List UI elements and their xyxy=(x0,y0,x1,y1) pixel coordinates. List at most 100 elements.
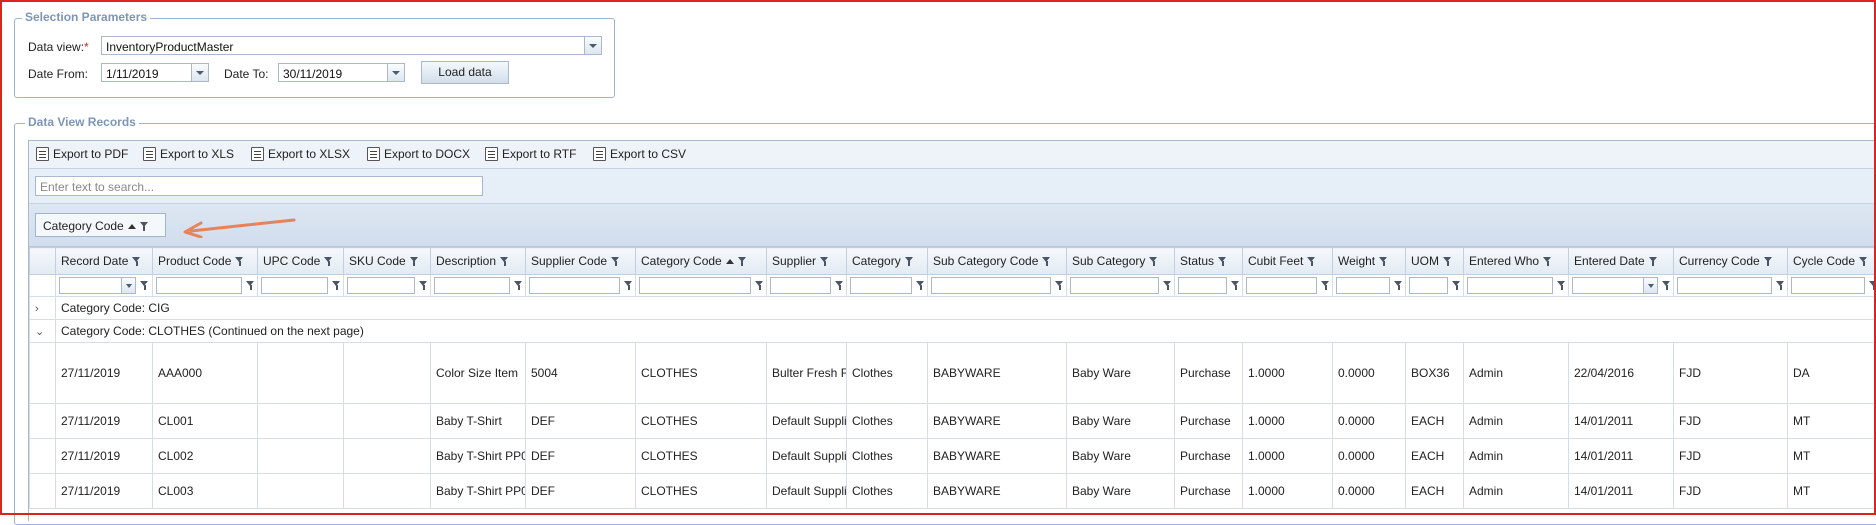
table-row[interactable]: 27/11/2019 CL003 Baby T-Shirt PP0022 DEF… xyxy=(30,474,1876,509)
chevron-down-icon[interactable]: ⌄ xyxy=(35,325,47,338)
table-row[interactable]: 27/11/2019 AAA000 Color Size Item 5004 C… xyxy=(30,343,1876,404)
column-header[interactable]: Sub Category Code xyxy=(928,248,1067,275)
filter-icon[interactable] xyxy=(905,257,914,266)
filter-input[interactable] xyxy=(1246,277,1317,294)
column-header[interactable]: Description xyxy=(431,248,526,275)
filter-icon[interactable] xyxy=(140,222,149,231)
filter-icon[interactable] xyxy=(1869,281,1876,290)
filter-input[interactable] xyxy=(850,277,912,294)
filter-icon[interactable] xyxy=(1764,257,1773,266)
filter-input[interactable] xyxy=(770,277,831,294)
filter-icon[interactable] xyxy=(1321,281,1330,290)
filter-input[interactable] xyxy=(1467,277,1553,294)
filter-icon[interactable] xyxy=(1662,281,1671,290)
search-input[interactable]: Enter text to search... xyxy=(35,176,483,196)
export-pdf-button[interactable]: Export to PDF xyxy=(36,147,128,163)
filter-icon[interactable] xyxy=(140,281,149,290)
column-header[interactable]: Weight xyxy=(1333,248,1406,275)
filter-icon[interactable] xyxy=(332,281,341,290)
filter-icon[interactable] xyxy=(1218,257,1227,266)
column-header[interactable]: Supplier xyxy=(767,248,847,275)
column-header[interactable]: Record Date xyxy=(56,248,153,275)
filter-icon[interactable] xyxy=(611,257,620,266)
column-header[interactable]: Entered Date xyxy=(1569,248,1674,275)
filter-input[interactable] xyxy=(1409,277,1448,294)
column-header[interactable]: UOM xyxy=(1406,248,1464,275)
filter-icon[interactable] xyxy=(1452,281,1461,290)
export-csv-button[interactable]: Export to CSV xyxy=(593,147,686,163)
export-docx-button[interactable]: Export to DOCX xyxy=(367,147,470,163)
filter-input[interactable] xyxy=(1336,277,1390,294)
date-to-picker[interactable]: 30/11/2019 xyxy=(278,63,405,82)
load-data-button[interactable]: Load data xyxy=(421,61,509,84)
filter-icon[interactable] xyxy=(916,281,925,290)
filter-input[interactable] xyxy=(347,277,415,294)
column-header[interactable]: Currency Code xyxy=(1674,248,1788,275)
filter-icon[interactable] xyxy=(1149,257,1158,266)
column-header[interactable]: Status xyxy=(1175,248,1243,275)
filter-input[interactable] xyxy=(639,277,751,294)
chevron-down-icon[interactable] xyxy=(387,64,404,81)
filter-icon[interactable] xyxy=(246,281,255,290)
data-view-select[interactable]: InventoryProductMaster xyxy=(101,36,602,55)
column-header[interactable]: Category Code xyxy=(636,248,767,275)
filter-icon[interactable] xyxy=(1394,281,1403,290)
filter-icon[interactable] xyxy=(235,257,244,266)
filter-icon[interactable] xyxy=(1543,257,1552,266)
filter-icon[interactable] xyxy=(500,257,509,266)
filter-icon[interactable] xyxy=(624,281,633,290)
filter-input[interactable] xyxy=(1070,277,1159,294)
column-header[interactable]: Category xyxy=(847,248,928,275)
column-header[interactable]: Cubit Feet xyxy=(1243,248,1333,275)
chevron-right-icon[interactable]: › xyxy=(35,303,47,315)
filter-icon[interactable] xyxy=(738,257,747,266)
column-header[interactable]: UPC Code xyxy=(258,248,344,275)
filter-icon[interactable] xyxy=(132,257,141,266)
filter-icon[interactable] xyxy=(1307,257,1316,266)
export-rtf-button[interactable]: Export to RTF xyxy=(485,147,576,163)
filter-icon[interactable] xyxy=(1231,281,1240,290)
table-row[interactable]: 27/11/2019 CL001 Baby T-Shirt DEF CLOTHE… xyxy=(30,404,1876,439)
filter-icon[interactable] xyxy=(1649,257,1658,266)
filter-input[interactable] xyxy=(1178,277,1227,294)
filter-icon[interactable] xyxy=(1776,281,1785,290)
column-header[interactable]: Cycle Code xyxy=(1788,248,1876,275)
filter-icon[interactable] xyxy=(755,281,764,290)
filter-icon[interactable] xyxy=(1859,257,1868,266)
group-row-cig[interactable]: › Category Code: CIG xyxy=(30,297,1876,320)
column-header[interactable]: SKU Code xyxy=(344,248,431,275)
filter-input[interactable] xyxy=(931,277,1051,294)
filter-input[interactable] xyxy=(1677,277,1772,294)
filter-icon[interactable] xyxy=(324,257,333,266)
date-from-picker[interactable]: 1/11/2019 xyxy=(101,63,209,82)
filter-icon[interactable] xyxy=(410,257,419,266)
filter-icon[interactable] xyxy=(514,281,523,290)
column-header[interactable]: Product Code xyxy=(153,248,258,275)
filter-icon[interactable] xyxy=(1557,281,1566,290)
filter-icon[interactable] xyxy=(1055,281,1064,290)
filter-icon[interactable] xyxy=(419,281,428,290)
filter-icon[interactable] xyxy=(820,257,829,266)
group-row-clothes[interactable]: ⌄ Category Code: CLOTHES (Continued on t… xyxy=(30,320,1876,343)
filter-input[interactable] xyxy=(1791,277,1865,294)
filter-icon[interactable] xyxy=(1443,257,1452,266)
filter-icon[interactable] xyxy=(1379,257,1388,266)
filter-icon[interactable] xyxy=(1042,257,1051,266)
column-header[interactable]: Supplier Code xyxy=(526,248,636,275)
group-chip-category-code[interactable]: Category Code xyxy=(35,213,166,237)
filter-input[interactable] xyxy=(434,277,510,294)
filter-input[interactable] xyxy=(156,277,242,294)
filter-input[interactable] xyxy=(529,277,620,294)
filter-input[interactable] xyxy=(261,277,328,294)
filter-icon[interactable] xyxy=(835,281,844,290)
export-xlsx-button[interactable]: Export to XLSX xyxy=(251,147,350,163)
chevron-down-icon[interactable] xyxy=(584,37,601,54)
export-xls-button[interactable]: Export to XLS xyxy=(143,147,234,163)
column-header[interactable]: Entered Who xyxy=(1464,248,1569,275)
column-header[interactable]: Sub Category xyxy=(1067,248,1175,275)
chevron-down-icon[interactable] xyxy=(191,64,208,81)
filter-icon[interactable] xyxy=(1163,281,1172,290)
table-row[interactable]: 27/11/2019 CL002 Baby T-Shirt PP0029 DEF… xyxy=(30,439,1876,474)
filter-input[interactable] xyxy=(59,277,136,294)
filter-input[interactable] xyxy=(1572,277,1658,294)
